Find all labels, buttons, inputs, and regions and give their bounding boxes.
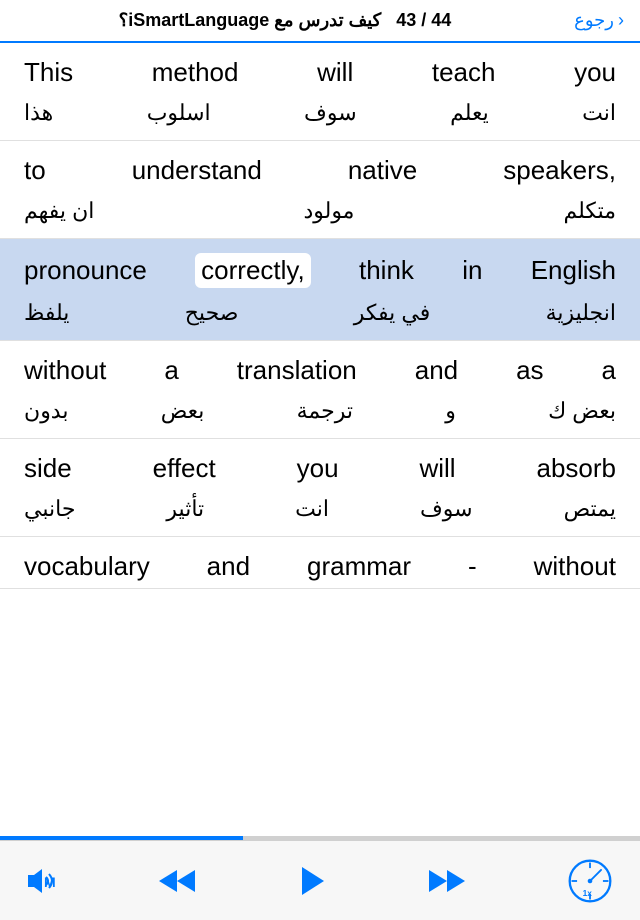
rewind-icon (157, 866, 197, 896)
back-button[interactable]: ‹ رجوع (554, 10, 624, 31)
word: and (415, 355, 458, 386)
arabic-line-2: متكلم مولود ان يفهم (0, 192, 640, 238)
word: understand (132, 155, 262, 186)
word: will (419, 453, 455, 484)
header: ‹ رجوع 44 / 43 كيف تدرس مع iSmartLanguag… (0, 0, 640, 43)
arabic-word: متكلم (564, 198, 617, 224)
play-icon (294, 863, 330, 899)
arabic-line-3: انجليزية في يفكر صحيح يلفظ (0, 294, 640, 340)
word: to (24, 155, 46, 186)
arabic-word: انت (295, 496, 329, 522)
english-line-4: without a translation and as a (0, 341, 640, 392)
fast-forward-button[interactable] (427, 866, 467, 896)
word: English (531, 255, 616, 286)
arabic-word: اسلوب (147, 100, 211, 126)
lesson-title: كيف تدرس مع iSmartLanguage؟ (119, 10, 382, 30)
progress-counter: 44 / 43 (396, 10, 451, 30)
page-title: 44 / 43 كيف تدرس مع iSmartLanguage؟ (16, 10, 554, 31)
arabic-line-5: يمتص سوف انت تأثير جانبي (0, 490, 640, 536)
arabic-word: في يفكر (354, 300, 431, 326)
arabic-word: هذا (24, 100, 53, 126)
arabic-word: ترجمة (297, 398, 353, 424)
arabic-word: انت (582, 100, 616, 126)
play-button[interactable] (294, 863, 330, 899)
word: teach (432, 57, 496, 88)
word: without (24, 355, 106, 386)
player-bar: M (0, 840, 640, 920)
arabic-word: مولود (303, 198, 354, 224)
english-line-3: pronounce correctly, think in English (0, 239, 640, 294)
english-line-6: vocabulary and grammar - without (0, 537, 640, 588)
word-highlighted: correctly, (195, 253, 311, 288)
speed-dial-icon: 1x (566, 857, 614, 905)
arabic-word: ان يفهم (24, 198, 94, 224)
word: a (602, 355, 616, 386)
arabic-word: جانبي (24, 496, 75, 522)
svg-text:1x: 1x (583, 887, 593, 897)
word: method (152, 57, 239, 88)
arabic-word: تأثير (166, 496, 204, 522)
arabic-word: سوف (304, 100, 357, 126)
word: translation (237, 355, 357, 386)
arabic-word: بعض ك (548, 398, 616, 424)
arabic-word: يلفظ (24, 300, 69, 326)
word: in (462, 255, 482, 286)
chevron-left-icon: ‹ (618, 10, 624, 31)
back-label: رجوع (574, 10, 614, 31)
arabic-word: و (445, 398, 456, 424)
line-pair-6: vocabulary and grammar - without (0, 537, 640, 589)
word: will (317, 57, 353, 88)
line-pair-1: This method will teach you انت يعلم سوف … (0, 43, 640, 141)
arabic-line-1: انت يعلم سوف اسلوب هذا (0, 94, 640, 140)
rewind-button[interactable] (157, 866, 197, 896)
line-pair-2: to understand native speakers, متكلم مول… (0, 141, 640, 239)
arabic-word: بدون (24, 398, 68, 424)
word: side (24, 453, 72, 484)
arabic-word: انجليزية (546, 300, 616, 326)
arabic-word: صحيح (185, 300, 239, 326)
arabic-word: يمتص (564, 496, 616, 522)
word: This (24, 57, 73, 88)
word: you (297, 453, 339, 484)
word: and (207, 551, 250, 582)
word: think (359, 255, 414, 286)
word: without (534, 551, 616, 582)
word: you (574, 57, 616, 88)
english-line-2: to understand native speakers, (0, 141, 640, 192)
word: speakers, (503, 155, 616, 186)
word: grammar (307, 551, 411, 582)
speed-button[interactable]: 1x (564, 855, 616, 907)
word: a (164, 355, 178, 386)
arabic-word: سوف (420, 496, 473, 522)
fast-forward-icon (427, 866, 467, 896)
arabic-word: يعلم (450, 100, 489, 126)
word: native (348, 155, 417, 186)
word: absorb (536, 453, 616, 484)
word: vocabulary (24, 551, 150, 582)
word: effect (153, 453, 216, 484)
content-area: This method will teach you انت يعلم سوف … (0, 43, 640, 677)
line-pair-4: without a translation and as a بعض ك و ت… (0, 341, 640, 439)
arabic-word: بعض (161, 398, 205, 424)
word: as (516, 355, 543, 386)
english-line-5: side effect you will absorb (0, 439, 640, 490)
word: - (468, 551, 477, 582)
english-line-1: This method will teach you (0, 43, 640, 94)
word: pronounce (24, 255, 147, 286)
line-pair-3: pronounce correctly, think in English ان… (0, 239, 640, 341)
volume-button[interactable]: M (24, 863, 60, 899)
line-pair-5: side effect you will absorb يمتص سوف انت… (0, 439, 640, 537)
arabic-line-4: بعض ك و ترجمة بعض بدون (0, 392, 640, 438)
speaker-icon: M (24, 863, 60, 899)
